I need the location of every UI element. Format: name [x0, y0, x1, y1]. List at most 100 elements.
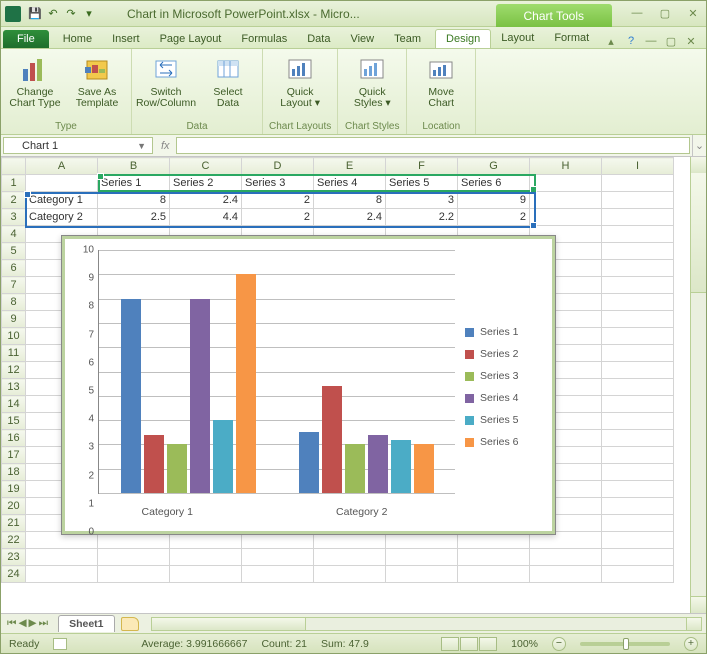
cell-E1[interactable]: Series 4 — [314, 175, 386, 192]
bar-series-2-category-1[interactable] — [144, 435, 164, 493]
cell-A23[interactable] — [26, 549, 98, 566]
col-header-F[interactable]: F — [386, 158, 458, 175]
formula-bar-expand-icon[interactable]: ⌄ — [692, 135, 706, 156]
col-header-H[interactable]: H — [530, 158, 602, 175]
cell-F24[interactable] — [386, 566, 458, 583]
cell-A1[interactable] — [26, 175, 98, 192]
sheet-tab[interactable]: Sheet1 — [58, 615, 114, 632]
col-header-I[interactable]: I — [602, 158, 674, 175]
tab-insert[interactable]: Insert — [102, 30, 150, 48]
cell-H1[interactable] — [530, 175, 602, 192]
cell-I13[interactable] — [602, 379, 674, 396]
quick-styles--button[interactable]: QuickStyles ▾ — [344, 51, 400, 109]
tab-home[interactable]: Home — [53, 30, 102, 48]
cell-G23[interactable] — [458, 549, 530, 566]
row-header-21[interactable]: 21 — [2, 515, 26, 532]
cell-I7[interactable] — [602, 277, 674, 294]
bar-series-6-category-1[interactable] — [236, 274, 256, 493]
cell-D1[interactable]: Series 3 — [242, 175, 314, 192]
tab-layout[interactable]: Layout — [491, 29, 544, 48]
select-all-corner[interactable] — [2, 158, 26, 175]
move-chart-button[interactable]: MoveChart — [413, 51, 469, 109]
tab-format[interactable]: Format — [544, 29, 599, 48]
cell-C24[interactable] — [170, 566, 242, 583]
new-sheet-button[interactable] — [121, 617, 139, 631]
tab-nav-first-icon[interactable]: ⏮ — [7, 617, 16, 630]
tab-nav-prev-icon[interactable]: ◀ — [18, 617, 26, 630]
bar-series-1-category-2[interactable] — [299, 432, 319, 493]
cell-A2[interactable]: Category 1 — [26, 192, 98, 209]
cell-G24[interactable] — [458, 566, 530, 583]
col-header-A[interactable]: A — [26, 158, 98, 175]
zoom-in-button[interactable]: + — [684, 637, 698, 651]
restore-icon[interactable]: ▢ — [656, 7, 674, 20]
tab-view[interactable]: View — [340, 30, 384, 48]
cell-F2[interactable]: 3 — [386, 192, 458, 209]
cell-I9[interactable] — [602, 311, 674, 328]
mdi-min-icon[interactable]: — — [644, 35, 658, 48]
select-data-button[interactable]: SelectData — [200, 51, 256, 109]
cell-I8[interactable] — [602, 294, 674, 311]
zoom-out-button[interactable]: − — [552, 637, 566, 651]
cell-H24[interactable] — [530, 566, 602, 583]
help-icon[interactable]: ? — [624, 35, 638, 48]
mdi-close-icon[interactable]: ✕ — [684, 35, 698, 48]
tab-data[interactable]: Data — [297, 30, 340, 48]
vertical-scrollbar[interactable] — [690, 157, 706, 613]
cell-I16[interactable] — [602, 430, 674, 447]
cell-I12[interactable] — [602, 362, 674, 379]
col-header-B[interactable]: B — [98, 158, 170, 175]
tab-design[interactable]: Design — [435, 29, 491, 48]
row-header-1[interactable]: 1 — [2, 175, 26, 192]
cell-A24[interactable] — [26, 566, 98, 583]
file-tab[interactable]: File — [3, 30, 49, 48]
cell-C3[interactable]: 4.4 — [170, 209, 242, 226]
row-header-23[interactable]: 23 — [2, 549, 26, 566]
mdi-restore-icon[interactable]: ▢ — [664, 35, 678, 48]
col-header-G[interactable]: G — [458, 158, 530, 175]
redo-icon[interactable]: ↷ — [63, 6, 79, 22]
quick-layout--button[interactable]: QuickLayout ▾ — [272, 51, 328, 109]
row-header-5[interactable]: 5 — [2, 243, 26, 260]
cell-I2[interactable] — [602, 192, 674, 209]
bar-series-4-category-2[interactable] — [368, 435, 388, 493]
legend-item-series-6[interactable]: Series 6 — [465, 436, 549, 448]
col-header-E[interactable]: E — [314, 158, 386, 175]
name-box[interactable]: Chart 1 ▼ — [3, 137, 153, 154]
tab-nav-last-icon[interactable]: ⏭ — [39, 617, 48, 630]
row-header-15[interactable]: 15 — [2, 413, 26, 430]
cell-F3[interactable]: 2.2 — [386, 209, 458, 226]
bar-series-3-category-2[interactable] — [345, 444, 365, 493]
cell-B1[interactable]: Series 1 — [98, 175, 170, 192]
row-header-9[interactable]: 9 — [2, 311, 26, 328]
row-header-4[interactable]: 4 — [2, 226, 26, 243]
row-header-18[interactable]: 18 — [2, 464, 26, 481]
cell-C1[interactable]: Series 2 — [170, 175, 242, 192]
cell-I15[interactable] — [602, 413, 674, 430]
mdi-minimize-icon[interactable]: ▴ — [604, 35, 618, 48]
cell-C2[interactable]: 2.4 — [170, 192, 242, 209]
row-header-19[interactable]: 19 — [2, 481, 26, 498]
cell-B24[interactable] — [98, 566, 170, 583]
cell-I6[interactable] — [602, 260, 674, 277]
cell-I21[interactable] — [602, 515, 674, 532]
row-header-11[interactable]: 11 — [2, 345, 26, 362]
change-chart-type-button[interactable]: ChangeChart Type — [7, 51, 63, 109]
tab-formulas[interactable]: Formulas — [231, 30, 297, 48]
row-header-17[interactable]: 17 — [2, 447, 26, 464]
cell-I3[interactable] — [602, 209, 674, 226]
cell-F23[interactable] — [386, 549, 458, 566]
fx-icon[interactable]: fx — [161, 140, 170, 152]
cell-D2[interactable]: 2 — [242, 192, 314, 209]
row-header-8[interactable]: 8 — [2, 294, 26, 311]
cell-I14[interactable] — [602, 396, 674, 413]
cell-E24[interactable] — [314, 566, 386, 583]
cell-G3[interactable]: 2 — [458, 209, 530, 226]
minimize-icon[interactable]: — — [628, 7, 646, 20]
tab-team[interactable]: Team — [384, 30, 431, 48]
view-buttons[interactable] — [441, 637, 497, 651]
bar-series-5-category-2[interactable] — [391, 440, 411, 493]
row-header-6[interactable]: 6 — [2, 260, 26, 277]
col-header-C[interactable]: C — [170, 158, 242, 175]
legend-item-series-5[interactable]: Series 5 — [465, 414, 549, 426]
